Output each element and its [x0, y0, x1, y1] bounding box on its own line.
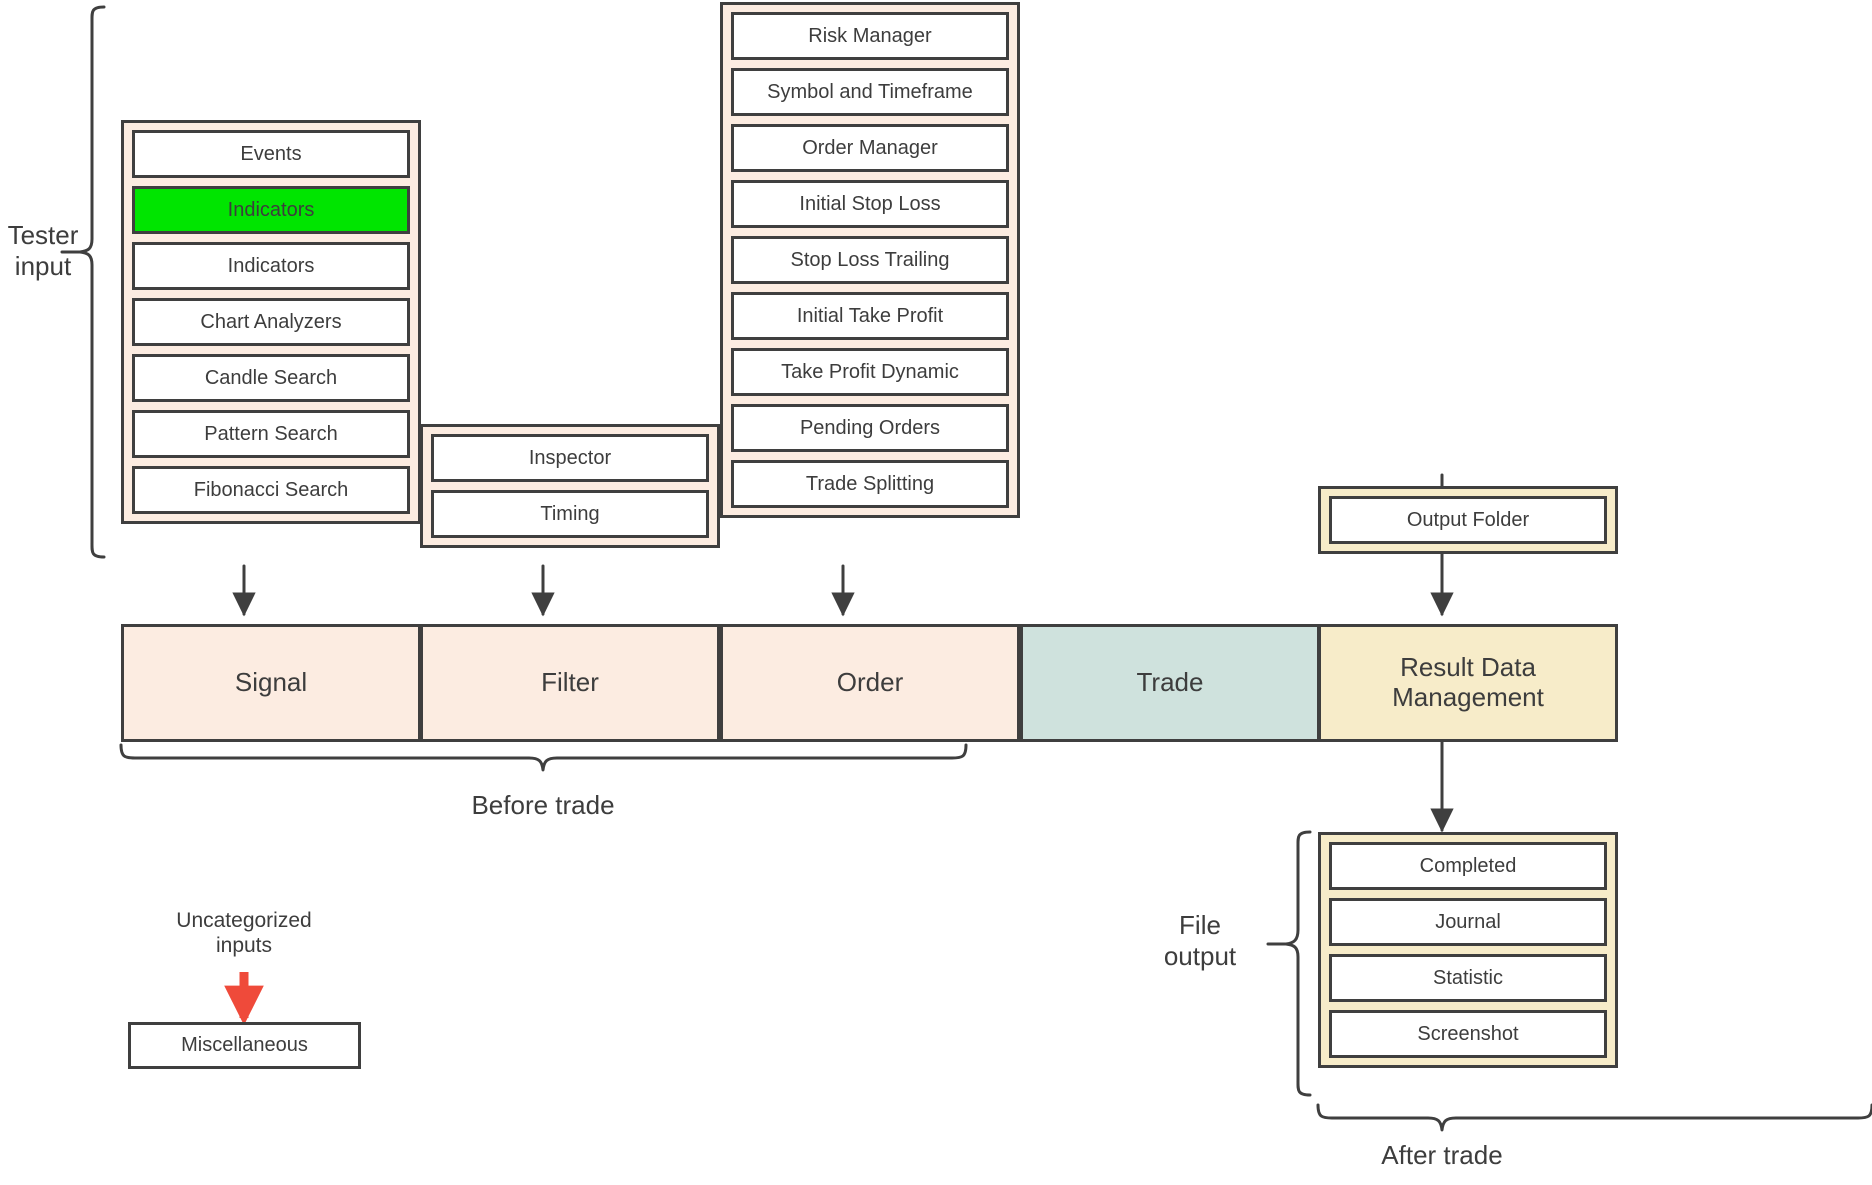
list-item[interactable]: Take Profit Dynamic: [731, 348, 1009, 396]
list-item[interactable]: Initial Stop Loss: [731, 180, 1009, 228]
list-item[interactable]: Risk Manager: [731, 12, 1009, 60]
uncategorized-inputs-caption: Uncategorized inputs: [176, 909, 312, 958]
file-output-group: Completed Journal Statistic Screenshot: [1318, 832, 1618, 1068]
list-item[interactable]: Pattern Search: [132, 410, 410, 458]
list-item[interactable]: Inspector: [431, 434, 709, 482]
list-item[interactable]: Events: [132, 130, 410, 178]
list-item[interactable]: Completed: [1329, 842, 1607, 890]
list-item[interactable]: Chart Analyzers: [132, 298, 410, 346]
stage-trade[interactable]: Trade: [1020, 624, 1320, 742]
stage-result-data-management[interactable]: Result Data Management: [1318, 624, 1618, 742]
list-item[interactable]: Screenshot: [1329, 1010, 1607, 1058]
list-item[interactable]: Stop Loss Trailing: [731, 236, 1009, 284]
list-item[interactable]: Timing: [431, 490, 709, 538]
diagram-canvas: Tester input Events Indicators Indicator…: [0, 0, 1872, 1185]
list-item[interactable]: Fibonacci Search: [132, 466, 410, 514]
stage-signal[interactable]: Signal: [121, 624, 421, 742]
list-item[interactable]: Trade Splitting: [731, 460, 1009, 508]
brace-label-tester-input: Tester input: [7, 220, 79, 282]
stage-order[interactable]: Order: [720, 624, 1020, 742]
brace-label-before-trade: Before trade: [471, 790, 615, 820]
list-item[interactable]: Journal: [1329, 898, 1607, 946]
signal-input-group: Events Indicators Indicators Chart Analy…: [121, 120, 421, 524]
list-item[interactable]: Indicators: [132, 242, 410, 290]
output-folder-group: Output Folder: [1318, 486, 1618, 554]
list-item[interactable]: Indicators: [132, 186, 410, 234]
list-item[interactable]: Statistic: [1329, 954, 1607, 1002]
miscellaneous-box[interactable]: Miscellaneous: [128, 1022, 361, 1069]
brace-label-after-trade: After trade: [1381, 1140, 1503, 1170]
stage-filter[interactable]: Filter: [420, 624, 720, 742]
order-input-group: Risk Manager Symbol and Timeframe Order …: [720, 2, 1020, 518]
list-item[interactable]: Pending Orders: [731, 404, 1009, 452]
list-item[interactable]: Initial Take Profit: [731, 292, 1009, 340]
list-item[interactable]: Symbol and Timeframe: [731, 68, 1009, 116]
list-item[interactable]: Candle Search: [132, 354, 410, 402]
brace-label-file-output: File output: [1163, 910, 1237, 972]
list-item[interactable]: Output Folder: [1329, 496, 1607, 544]
filter-input-group: Inspector Timing: [420, 424, 720, 548]
list-item[interactable]: Order Manager: [731, 124, 1009, 172]
